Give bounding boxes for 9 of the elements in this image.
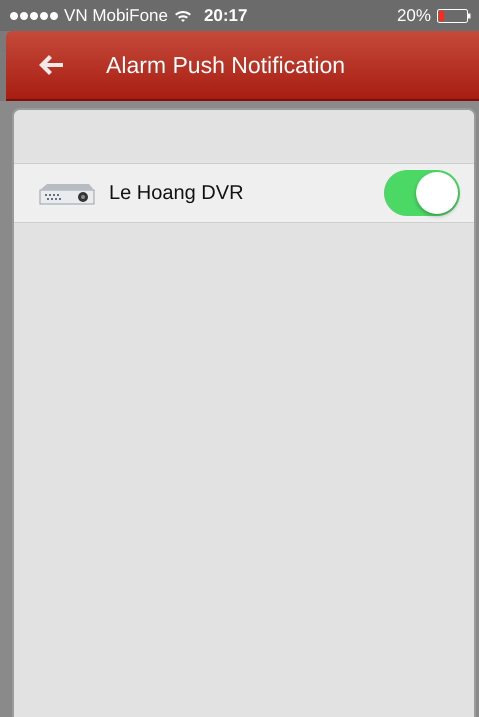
window-title: Alarm Push Notification [106, 52, 346, 78]
carrier-name: VN MobiFone [64, 6, 168, 26]
toggle-switch[interactable] [384, 170, 460, 216]
battery-percent: 20% [396, 6, 431, 26]
battery-icon [437, 8, 471, 22]
signal-icon [10, 12, 58, 20]
wifi-icon [174, 8, 192, 22]
device-name: Le Hoang DVR [109, 182, 245, 204]
clock-time: 20:17 [204, 6, 248, 26]
